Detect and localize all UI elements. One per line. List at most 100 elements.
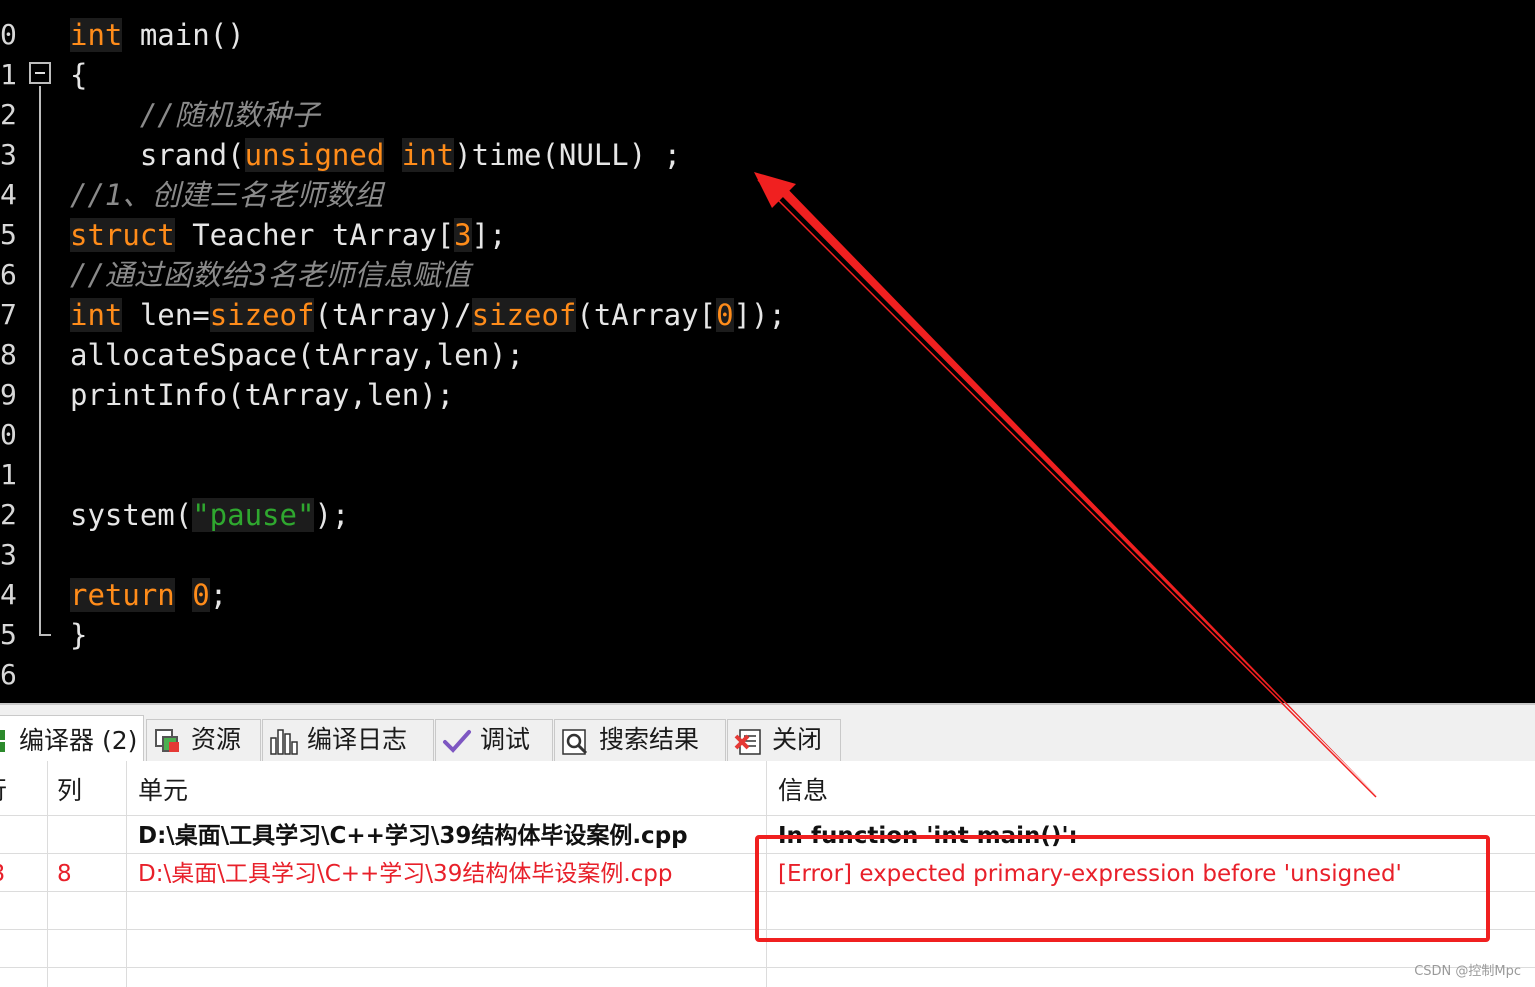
line-number: 4 — [0, 578, 17, 611]
code-token: printInfo(tArray,len); — [70, 378, 455, 412]
line-number: 0 — [0, 418, 17, 451]
line-number: 2 — [0, 498, 17, 531]
code-text: printInfo(tArray,len); — [70, 375, 454, 415]
line-number: 1 — [0, 58, 17, 91]
code-token: )time(NULL) ; — [454, 138, 682, 172]
code-token: int — [70, 18, 123, 52]
code-line[interactable]: 0 int main() — [0, 15, 1535, 55]
code-line[interactable]: 4 //1、创建三名老师数组 — [0, 175, 1535, 215]
table-row-1-message[interactable]: [Error] expected primary-expression befo… — [778, 855, 1402, 893]
debug-check-icon — [443, 730, 471, 753]
code-text: system("pause"); — [70, 495, 349, 535]
tab-close[interactable]: 关闭 — [727, 719, 841, 761]
code-line[interactable]: 9 printInfo(tArray,len); — [0, 375, 1535, 415]
tab-compile-log-label: 编译日志 — [307, 725, 408, 754]
code-token: } — [70, 618, 88, 652]
code-text: { — [70, 55, 87, 95]
code-line[interactable]: 1{ — [0, 55, 1535, 95]
bottom-panel-tabbar: 编译器 (2) 资源 编译日志 调试 搜索结果 关闭 — [0, 703, 1535, 763]
code-text: int main() — [70, 15, 245, 55]
compiler-messages-table: 行 列 单元 信息 D:\桌面\工具学习\C++学习\39结构体毕设案例.cpp… — [0, 761, 1535, 987]
close-icon — [734, 729, 761, 755]
tab-search-results[interactable]: 搜索结果 — [554, 719, 726, 761]
table-row-1-line[interactable]: 13 — [0, 855, 5, 893]
code-token: int — [401, 138, 455, 172]
code-text: //随机数种子 — [70, 95, 320, 135]
tab-compiler[interactable]: 编译器 (2) — [0, 715, 144, 763]
code-line[interactable]: 4 return 0; — [0, 575, 1535, 615]
line-number: 3 — [0, 138, 17, 171]
code-line[interactable]: 3 — [0, 535, 1535, 575]
line-number: 6 — [0, 258, 17, 291]
tab-debug[interactable]: 调试 — [435, 719, 553, 761]
code-line[interactable]: 6 — [0, 655, 1535, 695]
code-token: system( — [70, 498, 193, 532]
table-row-0-message[interactable]: In function 'int main()': — [778, 817, 1078, 855]
code-token: 0 — [192, 578, 210, 612]
line-number: 9 — [0, 378, 17, 411]
line-number: 5 — [0, 618, 17, 651]
code-token: (tArray)/ — [314, 298, 472, 332]
header-divider — [0, 815, 1535, 816]
code-token: "pause" — [192, 498, 315, 532]
code-token: unsigned — [244, 138, 385, 172]
row-divider — [0, 929, 1535, 930]
column-header-message[interactable]: 信息 — [778, 761, 828, 821]
code-token: { — [70, 58, 88, 92]
line-number: 0 — [0, 18, 17, 51]
code-token: ]); — [733, 298, 786, 332]
line-number: 3 — [0, 538, 17, 571]
tab-search-results-label: 搜索结果 — [599, 725, 700, 754]
code-text: //通过函数给3名老师信息赋值 — [70, 255, 470, 295]
row-divider — [0, 967, 1535, 968]
code-token: sizeof — [209, 298, 315, 332]
code-token: (tArray[ — [576, 298, 717, 332]
line-number: 6 — [0, 658, 17, 691]
code-text: srand(unsigned int)time(NULL) ; — [70, 135, 681, 175]
code-line[interactable]: 7 int len=sizeof(tArray)/sizeof(tArray[0]… — [0, 295, 1535, 335]
tab-compile-log[interactable]: 编译日志 — [262, 719, 434, 761]
code-line[interactable]: 6 //通过函数给3名老师信息赋值 — [0, 255, 1535, 295]
line-number: 5 — [0, 218, 17, 251]
code-line[interactable]: 8 allocateSpace(tArray,len); — [0, 335, 1535, 375]
code-line[interactable]: 1 — [0, 455, 1535, 495]
code-editor[interactable]: 0 int main() 1{2 //随机数种子 3 srand(unsigned i… — [0, 0, 1535, 703]
code-token: sizeof — [471, 298, 577, 332]
code-token: //通过函数给3名老师信息赋值 — [70, 258, 471, 292]
compile-log-icon — [270, 729, 298, 755]
column-header-row[interactable]: 行 — [0, 761, 7, 821]
code-token: struct — [70, 218, 175, 252]
tab-resources[interactable]: 资源 — [146, 719, 261, 761]
code-token: ]; — [471, 218, 507, 252]
code-line[interactable]: 2 //随机数种子 — [0, 95, 1535, 135]
line-number: 4 — [0, 178, 17, 211]
code-token: ; — [209, 578, 228, 612]
column-divider — [766, 761, 767, 987]
column-header-unit[interactable]: 单元 — [138, 761, 188, 821]
code-line[interactable]: 5 struct Teacher tArray[3]; — [0, 215, 1535, 255]
line-number: 2 — [0, 98, 17, 131]
tab-debug-label: 调试 — [480, 725, 531, 754]
code-token: allocateSpace(tArray,len); — [70, 338, 524, 372]
resources-icon — [155, 729, 179, 752]
code-token: return — [70, 578, 175, 612]
table-row-0-unit[interactable]: D:\桌面\工具学习\C++学习\39结构体毕设案例.cpp — [138, 817, 688, 855]
tab-close-label: 关闭 — [772, 725, 823, 754]
code-line[interactable]: 3 srand(unsigned int)time(NULL) ; — [0, 135, 1535, 175]
code-text: allocateSpace(tArray,len); — [70, 335, 524, 375]
code-token: //1、创建三名老师数组 — [70, 178, 384, 212]
tab-resources-label: 资源 — [191, 725, 242, 754]
table-row-1-col[interactable]: 8 — [57, 855, 72, 893]
code-line[interactable]: 2 system("pause"); — [0, 495, 1535, 535]
column-header-col[interactable]: 列 — [57, 761, 82, 821]
table-row-1-unit[interactable]: D:\桌面\工具学习\C++学习\39结构体毕设案例.cpp — [138, 855, 672, 893]
code-text: return 0; — [70, 575, 227, 615]
column-divider — [47, 761, 48, 987]
code-line[interactable]: 0 — [0, 415, 1535, 455]
line-number: 8 — [0, 338, 17, 371]
code-token: 0 — [716, 298, 734, 332]
line-number: 7 — [0, 298, 17, 331]
code-line[interactable]: 5} — [0, 615, 1535, 655]
